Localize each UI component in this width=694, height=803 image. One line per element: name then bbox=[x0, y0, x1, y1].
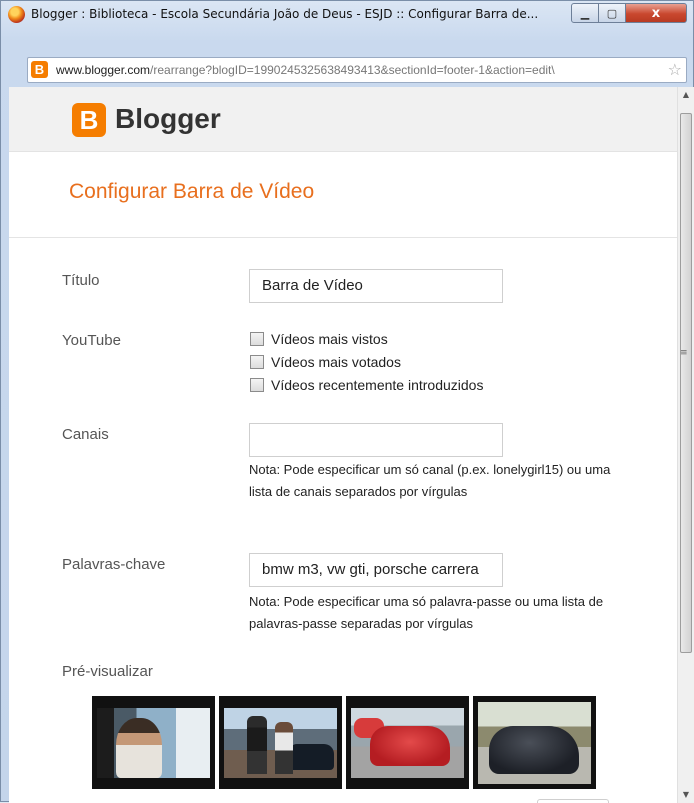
preview-label: Pré-visualizar bbox=[62, 663, 153, 680]
video-thumbnail[interactable] bbox=[92, 696, 215, 789]
checkbox-label: Vídeos mais votados bbox=[271, 354, 401, 370]
blogger-favicon-icon: B bbox=[31, 61, 48, 78]
youtube-label: YouTube bbox=[62, 332, 121, 349]
canais-note: Nota: Pode especificar um só canal (p.ex… bbox=[249, 462, 611, 499]
checkbox-box[interactable] bbox=[250, 332, 264, 346]
scroll-down-arrow-icon[interactable]: ▼ bbox=[678, 787, 694, 803]
title-bar: Blogger : Biblioteca - Escola Secundária… bbox=[1, 1, 694, 29]
window-title: Blogger : Biblioteca - Escola Secundária… bbox=[31, 7, 539, 21]
partial-button[interactable] bbox=[537, 799, 609, 803]
video-thumbnail[interactable] bbox=[346, 696, 469, 789]
divider bbox=[9, 237, 679, 238]
titulo-input[interactable]: Barra de Vídeo bbox=[249, 269, 503, 303]
checkbox-label: Vídeos mais vistos bbox=[271, 331, 388, 347]
canais-label: Canais bbox=[62, 426, 109, 443]
firefox-icon bbox=[8, 6, 25, 23]
palavras-note: Nota: Pode especificar uma só palavra-pa… bbox=[249, 594, 604, 631]
blogger-header: B Blogger bbox=[9, 87, 679, 152]
minimize-button[interactable]: ▁ bbox=[571, 3, 599, 23]
page-title: Configurar Barra de Vídeo bbox=[69, 180, 315, 203]
maximize-button[interactable]: ▢ bbox=[598, 3, 626, 23]
brand-name: Blogger bbox=[115, 103, 221, 134]
canais-input[interactable] bbox=[249, 423, 503, 457]
address-bar[interactable]: B www.blogger.com/rearrange?blogID=19902… bbox=[27, 57, 687, 83]
scrollbar-grip-icon: ≡ bbox=[680, 348, 688, 358]
scroll-up-arrow-icon[interactable]: ▲ bbox=[678, 87, 694, 103]
checkbox-box[interactable] bbox=[250, 355, 264, 369]
blogger-logo-icon: B bbox=[72, 103, 106, 137]
checkbox-label: Vídeos recentemente introduzidos bbox=[271, 377, 484, 393]
vertical-scrollbar[interactable]: ▲ ≡ ▼ bbox=[677, 87, 694, 803]
scrollbar-thumb[interactable] bbox=[680, 113, 692, 653]
url-text[interactable]: www.blogger.com/rearrange?blogID=1990245… bbox=[56, 63, 656, 77]
url-host: www.blogger.com bbox=[56, 63, 151, 77]
checkbox-box[interactable] bbox=[250, 378, 264, 392]
close-button[interactable]: x bbox=[625, 3, 687, 23]
url-path: /rearrange?blogID=1990245325638493413&se… bbox=[150, 63, 555, 77]
titulo-label: Título bbox=[62, 272, 100, 289]
page-content: B Blogger Configurar Barra de Vídeo Títu… bbox=[9, 87, 679, 803]
bookmark-star-icon[interactable]: ☆ bbox=[668, 60, 682, 79]
checkbox-mais-votados[interactable]: Vídeos mais votados bbox=[250, 354, 401, 370]
checkbox-recentes[interactable]: Vídeos recentemente introduzidos bbox=[250, 377, 483, 393]
palavras-label: Palavras-chave bbox=[62, 556, 166, 573]
checkbox-mais-vistos[interactable]: Vídeos mais vistos bbox=[250, 331, 388, 347]
video-thumbnail[interactable] bbox=[473, 696, 596, 789]
video-thumbnail[interactable] bbox=[219, 696, 342, 789]
palavras-input[interactable]: bmw m3, vw gti, porsche carrera bbox=[249, 553, 503, 587]
browser-window: Blogger : Biblioteca - Escola Secundária… bbox=[0, 0, 694, 803]
video-thumbnails bbox=[92, 696, 596, 789]
